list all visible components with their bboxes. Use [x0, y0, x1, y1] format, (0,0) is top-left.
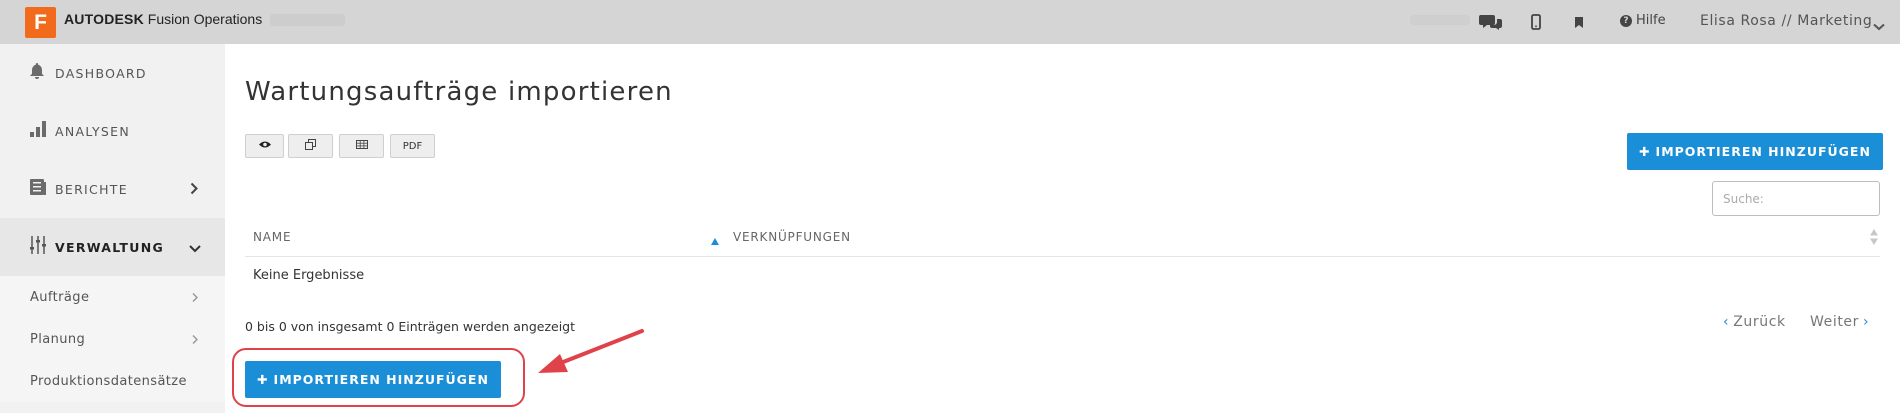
prev-label: Zurück [1733, 314, 1786, 330]
sort-ascending-icon[interactable] [711, 230, 719, 249]
pdf-export-button[interactable]: PDF [390, 134, 435, 158]
table-icon [355, 140, 368, 152]
next-label: Weiter [1810, 314, 1859, 330]
report-icon [29, 178, 47, 200]
top-bar: F AUTODESK Fusion Operations ? Hilfe Eli… [0, 0, 1900, 44]
sidebar-item-label: DASHBOARD [55, 65, 147, 81]
eye-icon [258, 140, 272, 152]
app-logo[interactable]: F [25, 7, 56, 38]
sidebar-item-label: VERWALTUNG [55, 239, 165, 255]
chevron-right-icon [190, 180, 198, 199]
sidebar-item-berichte[interactable]: BERICHTE [0, 160, 225, 218]
user-menu[interactable]: Elisa Rosa // Marketing [1700, 13, 1872, 29]
add-import-button-top[interactable]: ✚ IMPORTIEREN HINZUFÜGEN [1627, 133, 1883, 170]
help-label: Hilfe [1636, 13, 1666, 28]
sliders-icon [29, 235, 47, 259]
sidebar-subitem-produktionsdatensaetze[interactable]: Produktionsdatensätze [0, 360, 225, 402]
table-empty-row: Keine Ergebnisse [253, 268, 365, 283]
help-link[interactable]: ? Hilfe [1620, 13, 1666, 28]
chevron-right-icon [192, 330, 199, 349]
help-icon: ? [1620, 14, 1632, 27]
breadcrumb-placeholder [270, 14, 345, 26]
brand-bold: AUTODESK [64, 11, 144, 27]
mobile-icon[interactable] [1528, 10, 1544, 34]
chat-icon[interactable] [1478, 10, 1504, 34]
bar-chart-icon [29, 120, 47, 142]
copy-icon [305, 139, 316, 153]
plus-icon: ✚ [1639, 144, 1651, 159]
chevron-down-icon[interactable] [1873, 16, 1885, 35]
page-title: Wartungsaufträge importieren [245, 77, 673, 107]
pagination-next[interactable]: Weiter › [1810, 314, 1869, 330]
annotation-arrow-icon [535, 328, 645, 382]
sidebar-item-label: ANALYSEN [55, 123, 130, 139]
top-bar-placeholder [1410, 15, 1470, 25]
chevron-right-icon [192, 288, 199, 307]
sidebar-subitem-label: Produktionsdatensätze [30, 373, 187, 389]
sidebar-subitem-planung[interactable]: Planung [0, 318, 225, 360]
sidebar-item-analysen[interactable]: ANALYSEN [0, 102, 225, 160]
bookmark-icon[interactable] [1572, 10, 1586, 34]
search-input[interactable] [1712, 181, 1880, 216]
copy-button[interactable] [288, 134, 333, 158]
brand-name: AUTODESK Fusion Operations [64, 11, 262, 27]
column-header-verknuepfungen[interactable]: VERKNÜPFUNGEN [733, 230, 851, 244]
sidebar: DASHBOARD ANALYSEN BERICHTE VERWALTUNG A… [0, 44, 225, 413]
bell-icon [29, 62, 45, 84]
table-info: 0 bis 0 von insgesamt 0 Einträgen werden… [245, 319, 576, 334]
sidebar-item-verwaltung[interactable]: VERWALTUNG [0, 218, 225, 276]
pagination-prev[interactable]: ‹ Zurück [1723, 314, 1786, 330]
sort-both-icon[interactable] [1870, 229, 1878, 249]
chevron-left-icon: ‹ [1723, 314, 1730, 330]
sidebar-subitem-label: Aufträge [30, 289, 90, 305]
sidebar-item-dashboard[interactable]: DASHBOARD [0, 44, 225, 102]
sidebar-item-label: BERICHTE [55, 181, 128, 197]
add-import-label: IMPORTIEREN HINZUFÜGEN [1655, 144, 1871, 159]
view-button[interactable] [245, 134, 284, 158]
brand-product: Fusion Operations [147, 11, 263, 27]
sidebar-subitem-auftraege[interactable]: Aufträge [0, 276, 225, 318]
column-header-name[interactable]: NAME [253, 230, 291, 244]
excel-export-button[interactable] [339, 134, 384, 158]
table-header-divider [245, 256, 1880, 257]
chevron-down-icon [189, 238, 201, 257]
annotation-highlight-circle [232, 348, 525, 407]
sidebar-subitem-label: Planung [30, 331, 86, 347]
chevron-right-icon: › [1862, 314, 1870, 330]
